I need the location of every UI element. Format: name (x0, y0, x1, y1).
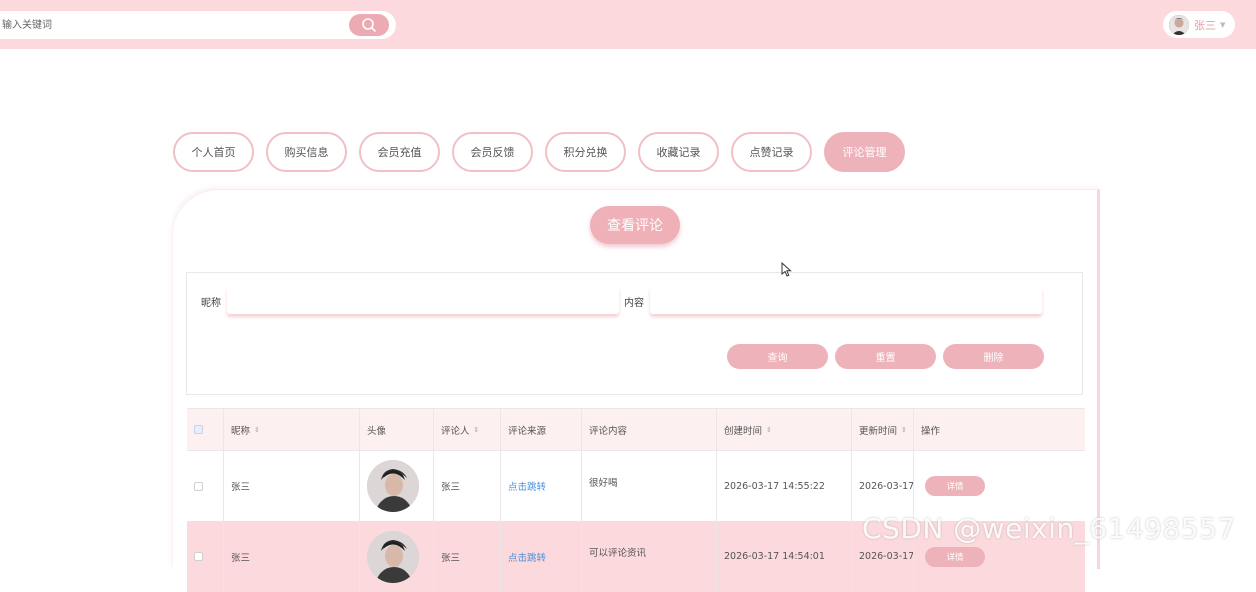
reset-button[interactable]: 重置 (835, 344, 936, 369)
top-bar: 张三 ▼ (0, 0, 1256, 49)
col-source: 评论来源 (501, 409, 582, 450)
row-select-cell (187, 521, 224, 592)
panel-title: 查看评论 (590, 206, 680, 244)
col-label: 昵称 (231, 425, 251, 437)
chevron-down-icon: ▼ (1220, 20, 1226, 29)
tab-points-exchange[interactable]: 积分兑换 (545, 132, 626, 172)
col-content: 评论内容 (582, 409, 717, 450)
col-avatar: 头像 (360, 409, 434, 450)
content-cell: 很好喝 (582, 451, 717, 521)
content-label: 内容 (624, 298, 644, 309)
col-actions: 操作 (914, 409, 1085, 450)
col-label: 评论来源 (508, 425, 547, 437)
tab-label: 点赞记录 (749, 146, 794, 159)
source-cell: 点击跳转 (501, 521, 582, 592)
tab-member-feedback[interactable]: 会员反馈 (452, 132, 533, 172)
actions-cell: 详情 (914, 451, 1085, 521)
commenter-cell: 张三 (434, 521, 501, 592)
table-header: 昵称 ⇕ 头像 评论人 ⇕ 评论来源 评论内容 创建时间 ⇕ 更新时间 ⇕ 操作 (187, 409, 1085, 450)
avatar (367, 530, 419, 583)
col-label: 操作 (921, 425, 941, 437)
avatar-cell (360, 451, 434, 521)
sort-icon: ⇕ (901, 425, 907, 434)
search-input[interactable] (2, 15, 332, 35)
search-button[interactable] (349, 14, 389, 36)
col-label: 更新时间 (859, 425, 898, 437)
tab-personal-home[interactable]: 个人首页 (173, 132, 254, 172)
sort-icon: ⇕ (766, 425, 772, 434)
select-all-cell (187, 409, 224, 450)
row-checkbox[interactable] (194, 552, 203, 561)
col-nickname[interactable]: 昵称 ⇕ (224, 409, 360, 450)
nickname-input[interactable] (227, 286, 619, 314)
comments-table: 昵称 ⇕ 头像 评论人 ⇕ 评论来源 评论内容 创建时间 ⇕ 更新时间 ⇕ 操作 张三 (187, 408, 1085, 592)
tab-label: 会员充值 (377, 146, 422, 159)
source-link[interactable]: 点击跳转 (508, 479, 546, 493)
tab-purchase-info[interactable]: 购买信息 (266, 132, 347, 172)
user-name: 张三 (1194, 18, 1216, 32)
search-icon (362, 18, 376, 32)
watermark: CSDN @weixin_61498557 (862, 512, 1236, 545)
nickname-cell: 张三 (224, 451, 360, 521)
tab-label: 评论管理 (842, 146, 887, 159)
sort-icon: ⇕ (254, 425, 260, 434)
mouse-cursor-icon (781, 262, 792, 277)
delete-button[interactable]: 删除 (943, 344, 1044, 369)
tab-label: 积分兑换 (563, 146, 608, 159)
col-label: 创建时间 (724, 425, 763, 437)
select-all-checkbox[interactable] (194, 425, 203, 434)
tab-favorites[interactable]: 收藏记录 (638, 132, 719, 172)
detail-button[interactable]: 详情 (925, 476, 985, 496)
commenter-cell: 张三 (434, 451, 501, 521)
tab-member-recharge[interactable]: 会员充值 (359, 132, 440, 172)
detail-button[interactable]: 详情 (925, 546, 985, 567)
nickname-cell: 张三 (224, 521, 360, 592)
search-box (0, 11, 396, 39)
source-cell: 点击跳转 (501, 451, 582, 521)
tab-label: 收藏记录 (656, 146, 701, 159)
col-commenter[interactable]: 评论人 ⇕ (434, 409, 501, 450)
col-created[interactable]: 创建时间 ⇕ (717, 409, 852, 450)
content-cell: 可以评论资讯 (582, 521, 717, 592)
sort-icon: ⇕ (473, 425, 480, 434)
created-cell: 2026-03-17 14:54:01 (717, 521, 852, 592)
content-input[interactable] (650, 286, 1042, 314)
col-label: 评论人 (441, 425, 470, 437)
user-menu[interactable]: 张三 ▼ (1163, 11, 1235, 38)
row-select-cell (187, 451, 224, 521)
tab-comments[interactable]: 评论管理 (824, 132, 905, 172)
nickname-label: 昵称 (201, 298, 221, 309)
avatar (367, 460, 419, 512)
tab-label: 购买信息 (284, 146, 329, 159)
query-button[interactable]: 查询 (727, 344, 828, 369)
tab-likes[interactable]: 点赞记录 (731, 132, 812, 172)
source-link[interactable]: 点击跳转 (508, 550, 546, 564)
col-updated[interactable]: 更新时间 ⇕ (852, 409, 914, 450)
tab-label: 个人首页 (191, 146, 236, 159)
avatar-cell (360, 521, 434, 592)
created-cell: 2026-03-17 14:55:22 (717, 451, 852, 521)
user-avatar (1169, 14, 1189, 35)
table-row: 张三 张三 点击跳转 很好喝 2026-03-17 14:55:22 2026-… (187, 450, 1085, 521)
filter-form: 昵称 内容 查询 重置 删除 (186, 272, 1083, 395)
col-label: 头像 (367, 425, 387, 437)
updated-cell: 2026-03-17 1 (852, 451, 914, 521)
col-label: 评论内容 (589, 425, 628, 437)
tab-label: 会员反馈 (470, 146, 515, 159)
row-checkbox[interactable] (194, 481, 203, 491)
